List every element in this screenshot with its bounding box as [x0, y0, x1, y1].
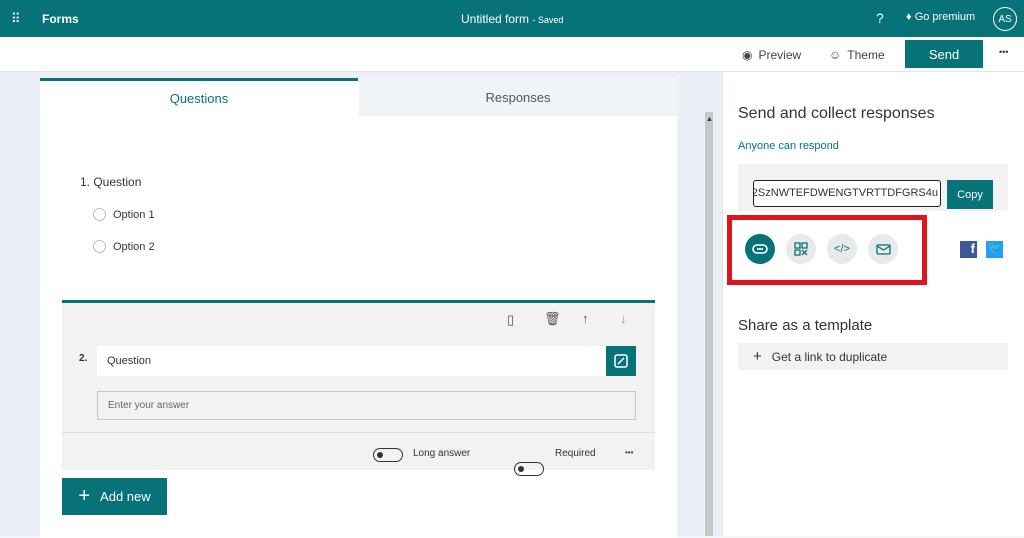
theme-button[interactable]: ☺ Theme [829, 48, 885, 62]
preview-button[interactable]: ◉ Preview [742, 48, 801, 62]
send-button[interactable]: Send [905, 40, 983, 68]
question-more-button[interactable]: ••• [625, 448, 633, 457]
embed-code-icon[interactable]: </> [827, 234, 857, 264]
question-2-number: 2. [79, 353, 88, 364]
qr-code-icon[interactable] [786, 234, 816, 264]
option-label: Option 1 [113, 208, 155, 221]
scroll-up-icon[interactable]: ▲ [706, 116, 713, 123]
save-status: - Saved [532, 15, 564, 25]
tab-questions[interactable]: Questions [40, 78, 358, 116]
template-title: Share as a template [738, 317, 873, 334]
radio-icon [93, 208, 106, 221]
more-options-button[interactable]: ••• [999, 47, 1008, 57]
theme-label: Theme [847, 48, 885, 62]
help-icon[interactable]: ? [876, 10, 884, 26]
long-answer-toggle[interactable] [373, 448, 403, 462]
form-title: Untitled form - Saved [461, 12, 563, 26]
question-2-editor: ▯ 🗑 ↑ ↓ 2. Question Enter your answer Lo… [62, 300, 655, 476]
copy-button[interactable]: Copy [947, 180, 993, 209]
scrollbar[interactable] [705, 112, 713, 536]
copy-question-icon[interactable]: ▯ [507, 312, 514, 328]
insert-media-icon[interactable] [606, 346, 636, 376]
top-bar: ⠿ Forms Untitled form - Saved ? ♦ Go pre… [0, 0, 1024, 37]
add-new-label: Add new [100, 489, 151, 504]
go-premium-label: Go premium [914, 11, 976, 23]
link-box: VDU2SzNWTEFDWENGTVRTTDFGRS4u Copy [738, 164, 1008, 211]
go-premium-link[interactable]: ♦ Go premium [906, 11, 975, 23]
command-bar: ◉ Preview ☺ Theme Send ••• [0, 37, 1024, 72]
eye-icon: ◉ [742, 48, 753, 62]
plus-icon: + [753, 348, 762, 365]
diamond-icon: ♦ [906, 11, 912, 23]
app-launcher-icon[interactable]: ⠿ [11, 11, 20, 27]
share-title: Send and collect responses [738, 105, 935, 122]
required-toggle[interactable] [514, 462, 544, 476]
radio-icon [93, 240, 106, 253]
email-icon[interactable] [868, 234, 898, 264]
move-up-icon[interactable]: ↑ [582, 311, 589, 326]
avatar[interactable]: AS [993, 7, 1017, 31]
app-name[interactable]: Forms [42, 12, 79, 26]
tab-responses[interactable]: Responses [359, 78, 677, 116]
preview-label: Preview [758, 48, 802, 62]
twitter-icon[interactable]: 🐦 [986, 241, 1003, 258]
long-answer-label: Long answer [413, 448, 471, 459]
share-panel: Send and collect responses Anyone can re… [722, 72, 1024, 536]
get-template-link-button[interactable]: + Get a link to duplicate [738, 343, 1008, 370]
form-title-text: Untitled form [461, 12, 530, 26]
template-link-label: Get a link to duplicate [771, 349, 888, 364]
answer-input[interactable]: Enter your answer [97, 391, 636, 420]
option-label: Option 2 [113, 240, 155, 253]
form-card: Questions Responses 1. Question Option 1… [40, 78, 677, 538]
audience-link[interactable]: Anyone can respond [738, 140, 839, 152]
palette-icon: ☺ [829, 48, 842, 62]
link-share-icon[interactable] [745, 234, 775, 264]
share-link-input[interactable]: VDU2SzNWTEFDWENGTVRTTDFGRS4u [753, 180, 941, 207]
move-down-icon[interactable]: ↓ [620, 311, 627, 326]
question-1-title: 1. Question [80, 175, 142, 189]
required-label: Required [555, 448, 596, 459]
option-1[interactable]: Option 1 [93, 208, 155, 221]
divider [62, 432, 655, 433]
plus-icon: + [78, 485, 91, 507]
add-new-button[interactable]: + Add new [62, 478, 167, 515]
facebook-icon[interactable]: f [960, 241, 977, 258]
delete-icon[interactable]: 🗑 [544, 311, 561, 327]
question-2-title-input[interactable]: Question [97, 346, 607, 376]
option-2[interactable]: Option 2 [93, 240, 155, 253]
